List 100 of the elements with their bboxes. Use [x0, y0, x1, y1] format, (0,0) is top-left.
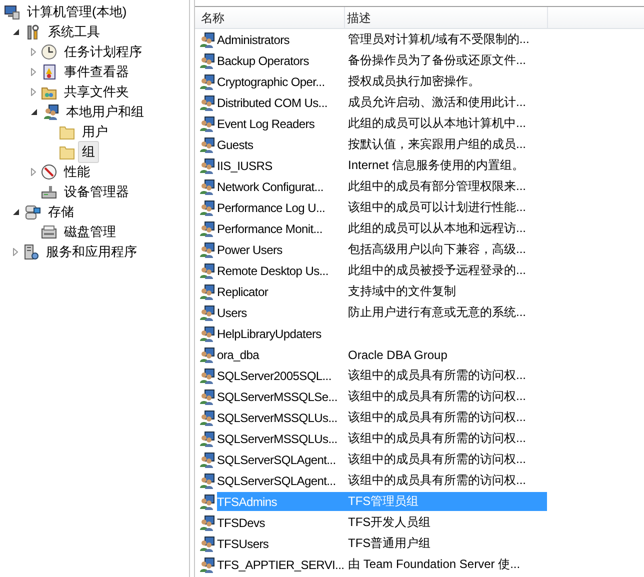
- description-cell: 该组中的成员具有所需的访问权...: [348, 430, 526, 447]
- storage-icon: [25, 204, 41, 220]
- name-cell-text: ora_dba: [217, 348, 260, 362]
- collapse-arrow-icon[interactable]: [13, 208, 20, 216]
- tree-item[interactable]: 用户: [78, 121, 112, 143]
- column-header[interactable]: 描述: [347, 7, 548, 28]
- group-icon: [199, 52, 215, 68]
- tree-item[interactable]: 磁盘管理: [60, 221, 120, 243]
- name-cell-text: SQLServerMSSQLUs...: [217, 432, 338, 446]
- group-row[interactable]: Performance Log U... 该组中的成员可以计划进行性能...: [217, 198, 547, 217]
- tree-item[interactable]: 事件查看器: [60, 61, 133, 83]
- description-cell: 此组的成员可以从本地和远程访...: [348, 220, 526, 237]
- group-row[interactable]: SQLServerMSSQLSe... 该组中的成员具有所需的访问权...: [217, 387, 547, 406]
- description-cell: 支持域中的文件复制: [348, 283, 456, 300]
- group-row[interactable]: SQLServerSQLAgent... 该组中的成员具有所需的访问权...: [217, 471, 547, 490]
- group-row[interactable]: Cryptographic Oper... 授权成员执行加密操作。: [217, 72, 547, 91]
- group-row[interactable]: TFS_APPTIER_SERVI... 由 Team Foundation Server 使...: [217, 555, 547, 574]
- tree-item[interactable]: 计算机管理(本地): [23, 1, 131, 23]
- name-cell-text: TFSDevs: [217, 516, 266, 530]
- folder-icon: [59, 124, 75, 140]
- expand-arrow-icon[interactable]: [31, 68, 36, 76]
- description-cell: 管理员对计算机/域有不受限制的...: [348, 31, 530, 48]
- group-row[interactable]: Performance Monit... 此组的成员可以从本地和远程访...: [217, 219, 547, 238]
- name-cell-text: SQLServer2005SQL...: [217, 368, 332, 382]
- collapse-arrow-icon[interactable]: [31, 108, 38, 116]
- group-icon: [199, 326, 215, 342]
- group-row[interactable]: SQLServerSQLAgent... 该组中的成员具有所需的访问权...: [217, 450, 547, 469]
- description-cell: 此组中的成员有部分管理权限来...: [348, 178, 526, 195]
- description-cell: TFS管理员组: [348, 493, 419, 510]
- tree-item[interactable]: 任务计划程序: [60, 41, 146, 63]
- name-cell-text: Network Configurat...: [217, 180, 324, 194]
- name-cell-text: Backup Operators: [217, 54, 310, 68]
- tree-item[interactable]: 本地用户和组: [62, 101, 148, 123]
- name-cell-text: Cryptographic Oper...: [217, 74, 326, 88]
- description-cell: 由 Team Foundation Server 使...: [348, 556, 520, 573]
- group-icon: [199, 514, 215, 530]
- expand-arrow-icon[interactable]: [31, 48, 36, 56]
- group-row[interactable]: IIS_IUSRS Internet 信息服务使用的内置组。: [217, 156, 547, 175]
- group-icon: [199, 242, 215, 258]
- tree-item[interactable]: 存储: [44, 201, 78, 223]
- collapse-arrow-icon[interactable]: [13, 28, 20, 36]
- column-header[interactable]: 名称: [195, 7, 345, 28]
- description-cell: 包括高级用户以向下兼容，高级...: [348, 241, 526, 258]
- group-row[interactable]: Event Log Readers 此组的成员可以从本地计算机中...: [217, 114, 547, 133]
- group-row[interactable]: Distributed COM Us... 成员允许启动、激活和使用此计...: [217, 93, 547, 112]
- tree-item[interactable]: 服务和应用程序: [42, 241, 141, 263]
- description-cell: TFS普通用户组: [348, 535, 431, 552]
- description-cell: 该组中的成员具有所需的访问权...: [348, 388, 526, 405]
- name-cell-text: Performance Monit...: [217, 222, 324, 236]
- group-row[interactable]: Power Users 包括高级用户以向下兼容，高级...: [217, 240, 547, 259]
- group-icon: [199, 472, 215, 488]
- tree-item[interactable]: 共享文件夹: [60, 81, 133, 103]
- name-cell-text: SQLServerSQLAgent...: [217, 452, 337, 466]
- expand-arrow-icon[interactable]: [13, 248, 18, 256]
- group-row[interactable]: ora_dba Oracle DBA Group: [217, 345, 547, 364]
- group-icon: [199, 200, 215, 216]
- name-cell-text: SQLServerSQLAgent...: [217, 474, 337, 488]
- event-log-icon: [41, 64, 57, 80]
- name-cell-text: Administrators: [217, 32, 290, 46]
- description-cell: TFS开发人员组: [348, 514, 431, 531]
- name-cell-text: IIS_IUSRS: [217, 158, 274, 172]
- description-cell: 该组中的成员具有所需的访问权...: [348, 472, 526, 489]
- description-cell: 此组的成员可以从本地计算机中...: [348, 115, 526, 132]
- name-cell-text: Event Log Readers: [217, 116, 316, 130]
- group-row[interactable]: SQLServer2005SQL... 该组中的成员具有所需的访问权...: [217, 366, 547, 385]
- group-icon: [199, 94, 215, 110]
- name-cell-text: Remote Desktop Us...: [217, 264, 330, 278]
- group-row[interactable]: SQLServerMSSQLUs... 该组中的成员具有所需的访问权...: [217, 429, 547, 448]
- name-cell-text: TFSUsers: [217, 536, 270, 550]
- tree-item[interactable]: 设备管理器: [60, 181, 133, 203]
- group-row[interactable]: TFSDevs TFS开发人员组: [217, 513, 547, 532]
- group-icon: [199, 388, 215, 404]
- group-row[interactable]: Replicator 支持域中的文件复制: [217, 282, 547, 301]
- expand-arrow-icon[interactable]: [31, 168, 36, 176]
- server-icon: [23, 244, 39, 260]
- description-cell: Oracle DBA Group: [348, 348, 448, 362]
- name-cell-text: Replicator: [217, 284, 270, 298]
- group-row[interactable]: SQLServerMSSQLUs... 该组中的成员具有所需的访问权...: [217, 408, 547, 427]
- expand-arrow-icon[interactable]: [31, 88, 36, 96]
- group-row[interactable]: Administrators 管理员对计算机/域有不受限制的...: [217, 30, 547, 49]
- tree-item[interactable]: 性能: [60, 161, 94, 183]
- description-cell: 防止用户进行有意或无意的系统...: [348, 304, 526, 321]
- name-cell-text: SQLServerMSSQLUs...: [217, 410, 338, 424]
- group-icon: [199, 136, 215, 152]
- group-icon: [199, 284, 215, 300]
- group-row[interactable]: Remote Desktop Us... 此组中的成员被授予远程登录的...: [217, 261, 547, 280]
- group-icon: [199, 32, 215, 48]
- group-row[interactable]: TFSUsers TFS普通用户组: [217, 534, 547, 553]
- description-cell: 该组中的成员具有所需的访问权...: [348, 409, 526, 426]
- group-icon: [199, 410, 215, 426]
- group-row[interactable]: Users 防止用户进行有意或无意的系统...: [217, 303, 547, 322]
- group-row[interactable]: Backup Operators 备份操作员为了备份或还原文件...: [217, 51, 547, 70]
- tree-item[interactable]: 系统工具: [44, 21, 104, 43]
- group-icon: [199, 430, 215, 446]
- group-row[interactable]: HelpLibraryUpdaters: [217, 324, 547, 343]
- group-icon: [199, 158, 215, 174]
- tree-item[interactable]: 组: [78, 141, 99, 163]
- group-row[interactable]: Guests 按默认值，来宾跟用户组的成员...: [217, 135, 547, 154]
- group-row[interactable]: Network Configurat... 此组中的成员有部分管理权限来...: [217, 177, 547, 196]
- group-icon: [199, 556, 215, 572]
